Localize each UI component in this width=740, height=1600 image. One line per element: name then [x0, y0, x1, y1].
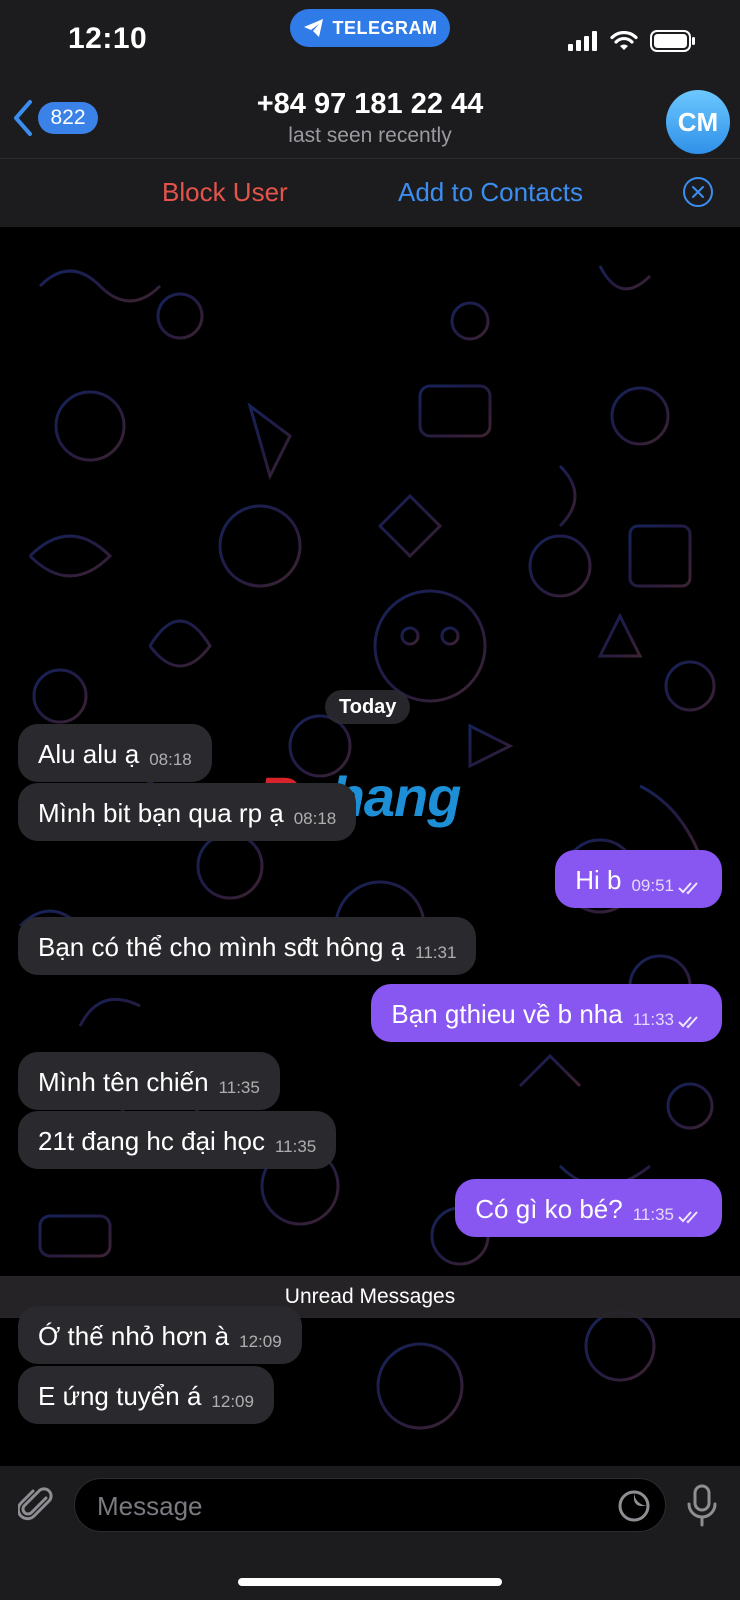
message-text: Có gì ko bé? — [475, 1194, 623, 1224]
close-icon[interactable] — [683, 177, 713, 207]
chat-header: 822 +84 97 181 22 44 last seen recently … — [0, 88, 740, 158]
message-bubble-incoming[interactable]: Alu alu ạ 08:18 — [18, 724, 212, 782]
message-text: Mình bit bạn qua rp ạ — [38, 798, 284, 828]
message-time: 11:35 — [274, 1137, 317, 1156]
message-time: 08:18 — [293, 809, 337, 828]
attach-button[interactable] — [16, 1484, 54, 1529]
status-bar: 12:10 TELEGRAM — [0, 0, 740, 88]
message-text: Alu alu ạ — [38, 739, 140, 769]
chat-area[interactable]: Today Rphang Alu alu ạ 08:18 Mình bit bạ… — [0, 226, 740, 1466]
message-bubble-incoming[interactable]: E ứng tuyển á 12:09 — [18, 1366, 274, 1424]
avatar[interactable]: CM — [666, 90, 730, 154]
message-time: 08:18 — [149, 750, 192, 769]
sticker-icon[interactable] — [617, 1489, 651, 1523]
message-time: 12:09 — [239, 1332, 282, 1351]
message-bubble-incoming[interactable]: Mình bit bạn qua rp ạ 08:18 — [18, 783, 357, 841]
message-time: 12:09 — [211, 1392, 254, 1411]
message-bubble-incoming[interactable]: 21t đang hc đại học 11:35 — [18, 1111, 337, 1169]
telegram-pill-label: TELEGRAM — [332, 17, 438, 38]
message-bubble-incoming[interactable]: Ớ thế nhỏ hơn à 12:09 — [18, 1306, 302, 1364]
microphone-icon — [687, 1484, 717, 1527]
message-text: 21t đang hc đại học — [38, 1126, 265, 1156]
add-to-contacts-button[interactable]: Add to Contacts — [398, 177, 583, 208]
message-text: Bạn gthieu về b nha — [391, 999, 623, 1029]
message-bubble-outgoing[interactable]: Có gì ko bé? 11:35 — [455, 1179, 722, 1237]
message-bubble-incoming[interactable]: Mình tên chiến 11:35 — [18, 1052, 280, 1110]
status-icons — [568, 30, 696, 52]
paperclip-icon — [16, 1487, 53, 1521]
date-separator: Today — [325, 690, 411, 724]
message-input-bar: Message — [0, 1466, 740, 1600]
wifi-icon — [610, 31, 638, 50]
message-time: 11:35 — [632, 1205, 674, 1224]
message-input[interactable]: Message — [74, 1478, 666, 1532]
double-check-icon — [678, 1211, 698, 1224]
signal-icon — [568, 31, 597, 51]
action-bar: Block User Add to Contacts — [0, 158, 740, 227]
telegram-icon — [303, 19, 323, 37]
message-time: 11:33 — [632, 1010, 674, 1029]
message-bubble-outgoing[interactable]: Bạn gthieu về b nha 11:33 — [371, 984, 722, 1042]
message-text: E ứng tuyển á — [38, 1381, 202, 1411]
double-check-icon — [678, 1016, 698, 1029]
message-text: Hi b — [575, 865, 622, 895]
chat-title[interactable]: +84 97 181 22 44 — [0, 88, 740, 121]
battery-icon — [650, 30, 695, 52]
message-text: Mình tên chiến — [38, 1067, 209, 1097]
status-time: 12:10 — [68, 22, 148, 55]
block-user-button[interactable]: Block User — [162, 177, 288, 208]
message-placeholder: Message — [97, 1491, 203, 1521]
microphone-button[interactable] — [686, 1484, 718, 1533]
message-bubble-outgoing[interactable]: Hi b 09:51 — [555, 850, 722, 908]
message-time: 09:51 — [631, 876, 674, 895]
message-text: Ớ thế nhỏ hơn à — [38, 1321, 230, 1351]
chat-subtitle: last seen recently — [288, 124, 452, 147]
message-time: 11:31 — [415, 943, 457, 962]
message-bubble-incoming[interactable]: Bạn có thể cho mình sđt hông ạ 11:31 — [18, 917, 477, 975]
message-time: 11:35 — [218, 1078, 260, 1097]
message-text: Bạn có thể cho mình sđt hông ạ — [38, 932, 406, 962]
home-indicator[interactable] — [238, 1578, 502, 1586]
double-check-icon — [678, 882, 698, 895]
telegram-pill[interactable]: TELEGRAM — [290, 9, 450, 47]
